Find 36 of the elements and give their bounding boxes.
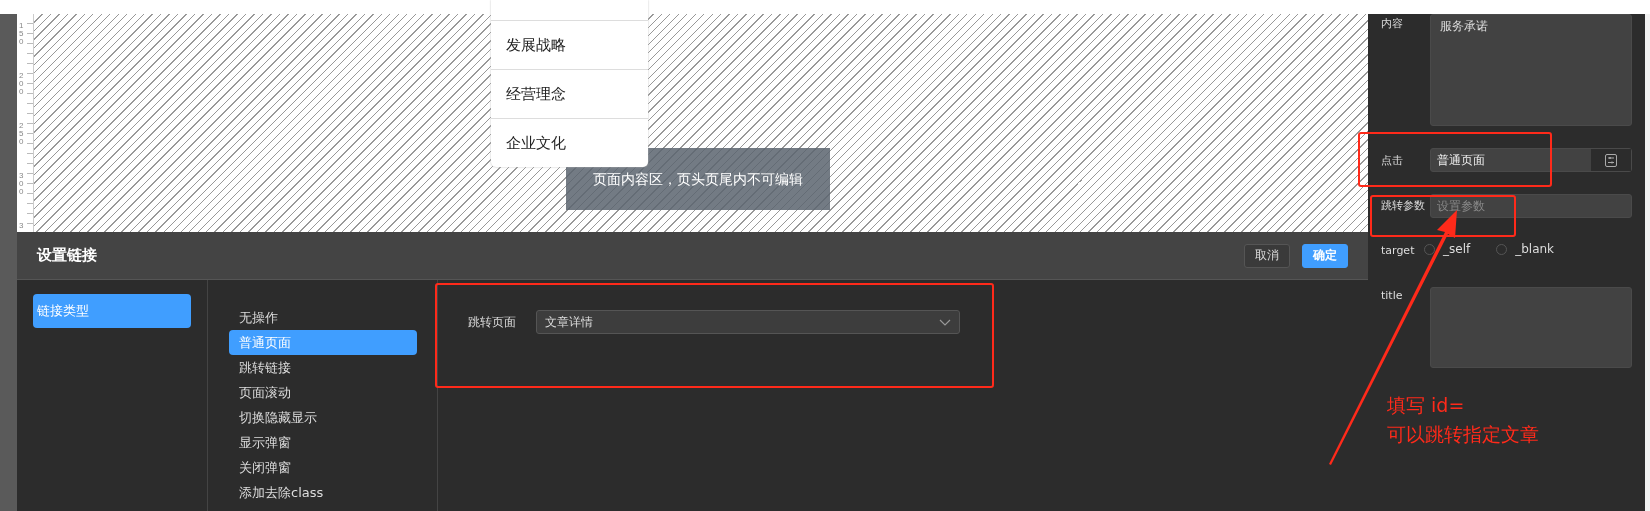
link-type-item[interactable]: 无操作 — [229, 305, 417, 330]
field-label: 跳转页面 — [468, 314, 516, 331]
chevron-down-icon — [939, 318, 951, 326]
ruler-label: 250 — [19, 122, 25, 146]
params-input[interactable]: 设置参数 — [1430, 194, 1632, 218]
link-type-item[interactable]: 添加去除class — [229, 480, 417, 505]
content-textarea[interactable]: 服务承诺 — [1430, 14, 1632, 126]
field-label: 跳转参数 — [1381, 198, 1426, 214]
annotation-text: 填写 id= — [1387, 393, 1466, 418]
field-label: target — [1381, 243, 1416, 257]
ruler-label: 300 — [19, 172, 25, 196]
notice-label: 页面内容区，页头页尾内不可编辑 — [566, 148, 830, 210]
link-type-item[interactable]: 页面滚动 — [229, 380, 417, 405]
dialog-title: 设置链接 — [37, 246, 97, 265]
select-value: 文章详情 — [545, 313, 593, 331]
ruler-label: 200 — [19, 72, 25, 96]
ruler-label: 3 — [19, 222, 25, 230]
field-value: 普通页面 — [1436, 151, 1486, 169]
annotation-text: 可以跳转指定文章 — [1387, 422, 1539, 447]
link-type-item[interactable]: 关闭弹窗 — [229, 455, 417, 480]
field-label: title — [1381, 288, 1404, 304]
settings-icon[interactable] — [1605, 153, 1617, 167]
field-label: 点击 — [1381, 153, 1404, 168]
radio-label: _blank — [1515, 242, 1555, 256]
page-select[interactable]: 文章详情 — [536, 310, 960, 334]
click-field[interactable]: 普通页面 — [1430, 148, 1632, 172]
title-textarea[interactable] — [1430, 287, 1632, 368]
link-type-item[interactable]: 显示弹窗 — [229, 430, 417, 455]
link-type-item[interactable]: 切换隐藏显示 — [229, 405, 417, 430]
field-label: 内容 — [1381, 16, 1404, 32]
menu-item[interactable]: 发展战略 — [491, 20, 648, 69]
link-type-item[interactable]: 跳转链接 — [229, 355, 417, 380]
menu-item[interactable]: 经营理念 — [491, 69, 648, 118]
radio-label: _self — [1443, 242, 1471, 256]
ruler-label: 150 — [19, 22, 25, 46]
cancel-button[interactable]: 取消 — [1244, 243, 1290, 268]
